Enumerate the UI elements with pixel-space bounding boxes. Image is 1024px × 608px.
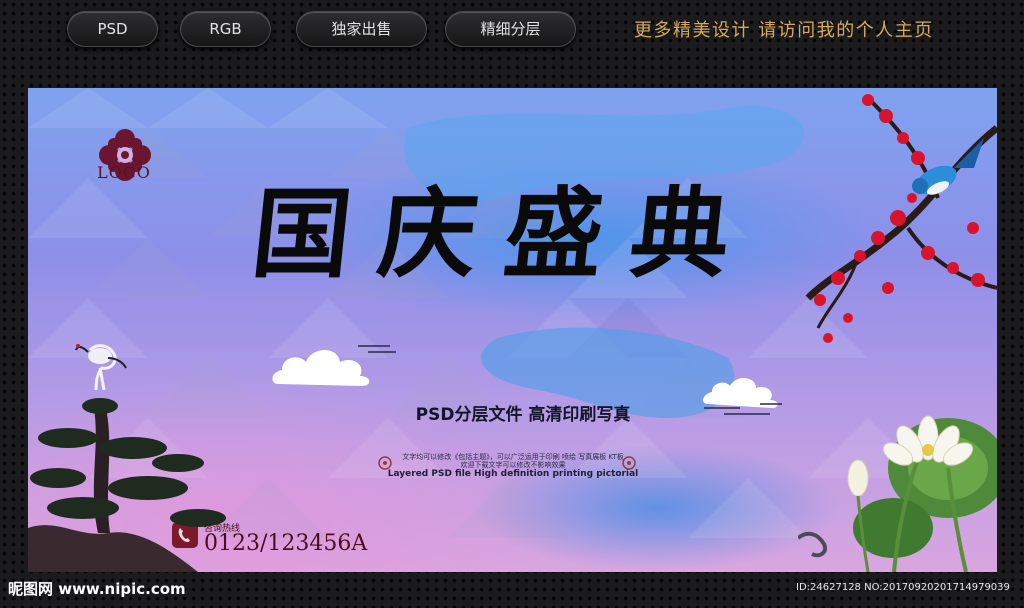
- tag-rgb: RGB: [180, 11, 271, 47]
- tag-layered: 精细分层: [445, 11, 576, 47]
- lotus-illustration: [798, 415, 997, 572]
- footer-id: ID:24627128 NO:20170920201714979039: [796, 582, 1010, 593]
- tag-psd: PSD: [67, 11, 158, 47]
- small-text-line2: 欢迎下载文字可以修改不影响效果: [460, 461, 566, 469]
- plum-blossom-illustration: [805, 94, 997, 343]
- english-line: Layered PSD file High definition printin…: [387, 469, 639, 479]
- tagline: 更多精美设计 请访问我的个人主页: [634, 20, 934, 41]
- footer-brand: 昵图网 www.nipic.com: [8, 580, 186, 598]
- logo-flower-icon: [99, 129, 151, 181]
- cloud-icon: [272, 345, 396, 386]
- ornament-icon: [378, 456, 392, 470]
- ornament-icon: [622, 456, 636, 470]
- subtitle: PSD分层文件 高清印刷写真: [415, 405, 631, 425]
- small-text-line1: 文字均可以修改《包括主题》，可以广泛运用于印刷 喷绘 写真展板 KT板: [402, 453, 624, 461]
- tag-exclusive: 独家出售: [296, 11, 427, 47]
- top-bar: PSD RGB 独家出售 精细分层 更多精美设计 请访问我的个人主页: [0, 0, 1024, 62]
- logo-text: LOGO: [97, 163, 151, 182]
- pine-tree-illustration: [28, 344, 226, 572]
- page-title: 国庆盛典: [247, 177, 764, 292]
- banner-artwork: LOGO 国庆盛典 PSD分层文件 高清印刷写真 文字均可以修改《包括主题》，可…: [28, 88, 997, 572]
